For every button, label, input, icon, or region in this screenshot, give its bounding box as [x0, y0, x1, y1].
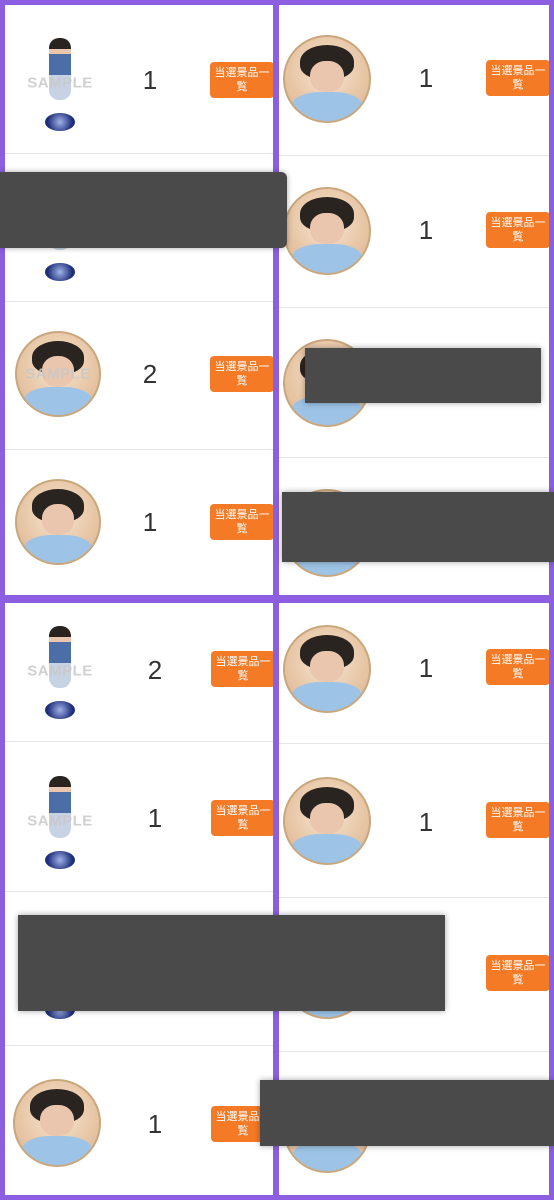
redaction-bar [282, 492, 554, 562]
portrait-badge [15, 479, 101, 565]
portrait-badge [13, 1079, 101, 1167]
prize-list-button[interactable]: 当選景品一覧 [486, 802, 549, 838]
prize-list-button[interactable]: 当選景品一覧 [211, 651, 275, 687]
win-count: 1 [418, 807, 434, 837]
portrait-badge [283, 187, 371, 275]
portrait-badge [283, 35, 371, 123]
standee-image: SAMPLE [15, 33, 105, 133]
redaction-bar [305, 348, 541, 403]
list-item: 1 当選景品一覧 [278, 5, 549, 156]
list-item: SAMPLE 1 当選景品一覧 [5, 741, 276, 892]
portrait-badge [283, 777, 371, 865]
win-count: 1 [142, 507, 158, 537]
prize-list-button[interactable]: 当選景品一覧 [486, 955, 549, 991]
prize-list-button[interactable]: 当選景品一覧 [210, 62, 274, 98]
list-item: SAMPLE 2 当選景品一覧 [5, 301, 276, 450]
win-count: 1 [147, 1109, 163, 1139]
redaction-bar [18, 915, 445, 1011]
prize-list-button[interactable]: 当選景品一覧 [210, 356, 274, 392]
prize-list-button[interactable]: 当選景品一覧 [210, 504, 274, 540]
win-count: 1 [418, 215, 434, 245]
prize-list-button[interactable]: 当選景品一覧 [486, 212, 549, 248]
win-count: 1 [142, 65, 158, 95]
standee-image: SAMPLE [15, 621, 105, 721]
list-item: 1 当選景品一覧 [5, 1045, 276, 1195]
list-item: 1 当選景品一覧 [278, 155, 549, 308]
panel-top-left: SAMPLE 1 当選景品一覧 SAMPLE 2 当選景品一覧 1 当選景品一覧 [0, 0, 276, 600]
standee-image: SAMPLE [15, 771, 105, 871]
prize-list-button[interactable]: 当選景品一覧 [211, 800, 275, 836]
panel-seam [0, 596, 554, 602]
list-item: 1 当選景品一覧 [5, 449, 276, 595]
panel-bottom-left: SAMPLE 2 当選景品一覧 SAMPLE 1 当選景品一覧 1 当選景品一覧 [0, 598, 276, 1200]
prize-list-button[interactable]: 当選景品一覧 [486, 649, 549, 685]
portrait-badge: SAMPLE [15, 331, 101, 417]
sample-watermark: SAMPLE [27, 74, 93, 92]
portrait-badge [283, 625, 371, 713]
list-item: 1 当選景品一覧 [278, 743, 549, 898]
redaction-bar [0, 172, 287, 248]
prize-list-button[interactable]: 当選景品一覧 [486, 60, 549, 96]
win-count: 2 [147, 655, 163, 685]
win-count: 2 [142, 359, 158, 389]
list-item: 1 当選景品一覧 [278, 603, 549, 744]
win-count: 1 [418, 63, 434, 93]
sample-watermark: SAMPLE [27, 662, 93, 680]
list-item: SAMPLE 1 当選景品一覧 [5, 5, 276, 154]
sample-watermark: SAMPLE [27, 812, 93, 830]
list-item: SAMPLE 2 当選景品一覧 [5, 603, 276, 742]
redaction-bar [260, 1080, 554, 1146]
sample-watermark: SAMPLE [25, 365, 91, 383]
win-count: 1 [147, 803, 163, 833]
win-count: 1 [418, 653, 434, 683]
